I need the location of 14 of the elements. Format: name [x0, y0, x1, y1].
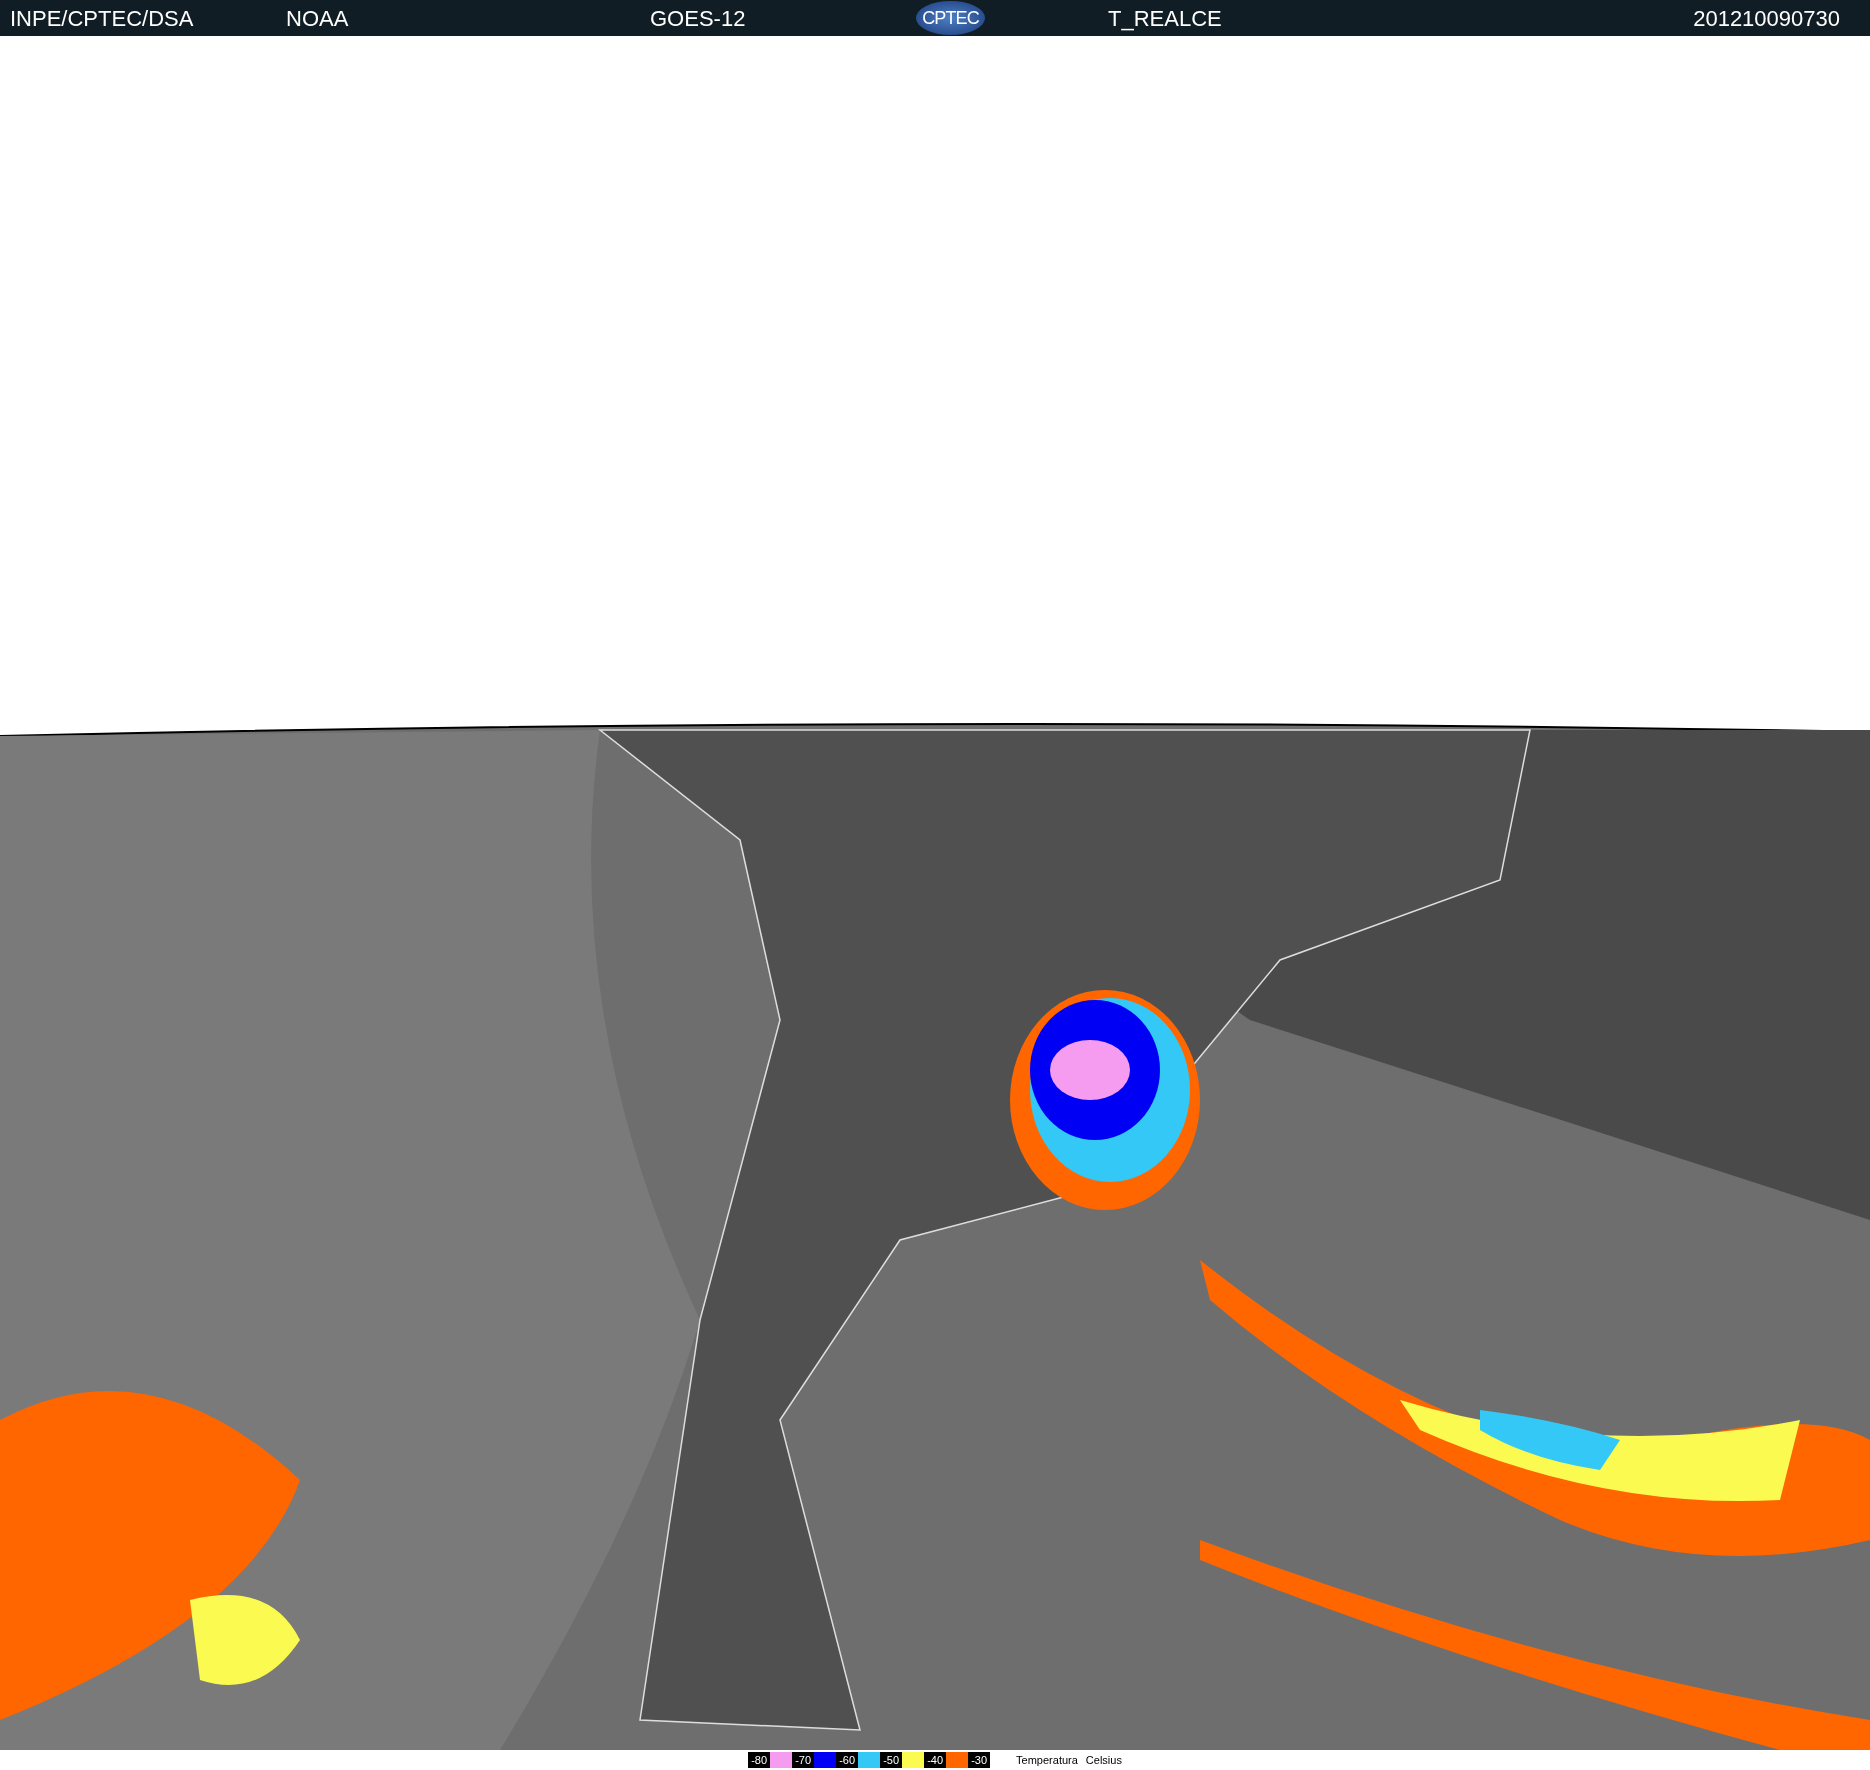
legend-unit: Celsius — [1085, 1752, 1122, 1768]
legend-label: -80 — [748, 1752, 771, 1768]
product-label: T_REALCE — [1108, 5, 1222, 31]
legend-title: Temperatura — [1016, 1752, 1078, 1768]
agency-label: NOAA — [286, 5, 349, 31]
legend-label: -60 — [836, 1752, 859, 1768]
logo: CPTEC — [916, 1, 985, 35]
source-label: INPE/CPTEC/DSA — [10, 5, 194, 31]
legend-label: -70 — [792, 1752, 815, 1768]
legend-label: -30 — [968, 1752, 991, 1768]
satellite-label: GOES-12 — [650, 5, 746, 31]
timestamp-label: 201210090730 — [1693, 5, 1840, 31]
legend-label: -40 — [924, 1752, 947, 1768]
legend-label: -50 — [880, 1752, 903, 1768]
